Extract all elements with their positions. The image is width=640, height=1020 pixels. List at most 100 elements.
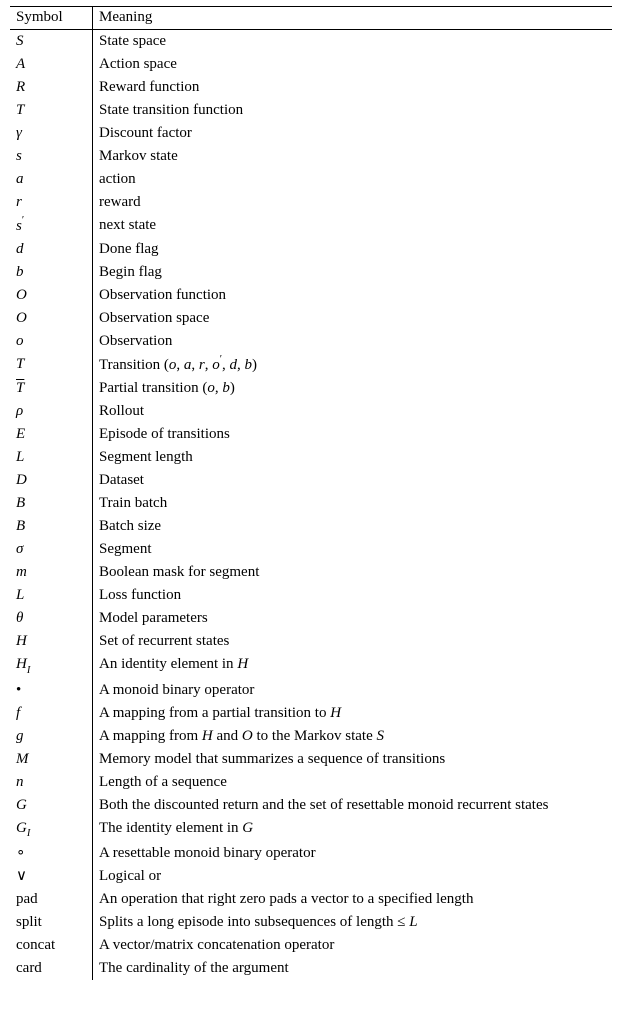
meaning-cell: Transition (o, a, r, o′, d, b) — [93, 353, 613, 377]
table-body: SState spaceAAction spaceRReward functio… — [10, 30, 612, 981]
meaning-cell: A mapping from a partial transition to H — [93, 702, 613, 725]
symbol-cell: B — [10, 492, 93, 515]
symbol-cell: f — [10, 702, 93, 725]
table-row: concatA vector/matrix concatenation oper… — [10, 934, 612, 957]
table-row: splitSplits a long episode into subseque… — [10, 911, 612, 934]
meaning-cell: A monoid binary operator — [93, 679, 613, 702]
symbol-cell: s — [10, 145, 93, 168]
meaning-cell: Rollout — [93, 400, 613, 423]
notation-table: Symbol Meaning SState spaceAAction space… — [10, 6, 612, 980]
meaning-cell: Logical or — [93, 865, 613, 888]
symbol-cell: E — [10, 423, 93, 446]
table-row: σSegment — [10, 538, 612, 561]
table-row: θModel parameters — [10, 607, 612, 630]
table-row: mBoolean mask for segment — [10, 561, 612, 584]
meaning-cell: Memory model that summarizes a sequence … — [93, 748, 613, 771]
symbol-cell: ∨ — [10, 865, 93, 888]
table-row: •A monoid binary operator — [10, 679, 612, 702]
meaning-cell: Model parameters — [93, 607, 613, 630]
table-row: SState space — [10, 30, 612, 54]
header-symbol: Symbol — [10, 7, 93, 30]
meaning-cell: Done flag — [93, 238, 613, 261]
meaning-cell: Batch size — [93, 515, 613, 538]
symbol-cell: card — [10, 957, 93, 980]
symbol-cell: • — [10, 679, 93, 702]
table-row: LSegment length — [10, 446, 612, 469]
symbol-cell: O — [10, 307, 93, 330]
symbol-cell: O — [10, 284, 93, 307]
header-row: Symbol Meaning — [10, 7, 612, 30]
symbol-cell: A — [10, 53, 93, 76]
meaning-cell: Both the discounted return and the set o… — [93, 794, 613, 817]
meaning-cell: A vector/matrix concatenation operator — [93, 934, 613, 957]
symbol-cell: G — [10, 794, 93, 817]
symbol-cell: o — [10, 330, 93, 353]
table-row: GBoth the discounted return and the set … — [10, 794, 612, 817]
table-row: aaction — [10, 168, 612, 191]
meaning-cell: Partial transition (o, b) — [93, 377, 613, 400]
table-row: MMemory model that summarizes a sequence… — [10, 748, 612, 771]
meaning-cell: Observation function — [93, 284, 613, 307]
meaning-cell: State space — [93, 30, 613, 54]
symbol-cell: a — [10, 168, 93, 191]
table-row: ρRollout — [10, 400, 612, 423]
meaning-cell: action — [93, 168, 613, 191]
symbol-cell: L — [10, 584, 93, 607]
symbol-cell: R — [10, 76, 93, 99]
meaning-cell: Segment — [93, 538, 613, 561]
table-row: bBegin flag — [10, 261, 612, 284]
table-row: cardThe cardinality of the argument — [10, 957, 612, 980]
meaning-cell: Markov state — [93, 145, 613, 168]
symbol-cell: S — [10, 30, 93, 54]
meaning-cell: Discount factor — [93, 122, 613, 145]
table-row: LLoss function — [10, 584, 612, 607]
symbol-cell: s′ — [10, 214, 93, 238]
symbol-cell: n — [10, 771, 93, 794]
table-row: TState transition function — [10, 99, 612, 122]
symbol-cell: L — [10, 446, 93, 469]
table-row: HSet of recurrent states — [10, 630, 612, 653]
meaning-cell: reward — [93, 191, 613, 214]
meaning-cell: Boolean mask for segment — [93, 561, 613, 584]
meaning-cell: State transition function — [93, 99, 613, 122]
page: Symbol Meaning SState spaceAAction space… — [0, 0, 640, 1020]
symbol-cell: HI — [10, 653, 93, 679]
meaning-cell: Begin flag — [93, 261, 613, 284]
table-row: γDiscount factor — [10, 122, 612, 145]
symbol-cell: T — [10, 353, 93, 377]
meaning-cell: A mapping from H and O to the Markov sta… — [93, 725, 613, 748]
table-row: GIThe identity element in G — [10, 817, 612, 843]
table-row: gA mapping from H and O to the Markov st… — [10, 725, 612, 748]
table-row: OObservation space — [10, 307, 612, 330]
symbol-cell: concat — [10, 934, 93, 957]
meaning-cell: Dataset — [93, 469, 613, 492]
table-row: ∘A resettable monoid binary operator — [10, 842, 612, 865]
symbol-cell: H — [10, 630, 93, 653]
table-row: AAction space — [10, 53, 612, 76]
symbol-cell: r — [10, 191, 93, 214]
symbol-cell: T — [10, 377, 93, 400]
symbol-cell: m — [10, 561, 93, 584]
table-row: oObservation — [10, 330, 612, 353]
symbol-cell: b — [10, 261, 93, 284]
meaning-cell: Splits a long episode into subsequences … — [93, 911, 613, 934]
meaning-cell: Length of a sequence — [93, 771, 613, 794]
symbol-cell: d — [10, 238, 93, 261]
table-row: fA mapping from a partial transition to … — [10, 702, 612, 725]
table-row: sMarkov state — [10, 145, 612, 168]
symbol-cell: ∘ — [10, 842, 93, 865]
symbol-cell: M — [10, 748, 93, 771]
symbol-cell: θ — [10, 607, 93, 630]
meaning-cell: Set of recurrent states — [93, 630, 613, 653]
header-meaning: Meaning — [93, 7, 613, 30]
table-row: TTransition (o, a, r, o′, d, b) — [10, 353, 612, 377]
table-row: BTrain batch — [10, 492, 612, 515]
meaning-cell: Segment length — [93, 446, 613, 469]
meaning-cell: Action space — [93, 53, 613, 76]
table-row: rreward — [10, 191, 612, 214]
symbol-cell: D — [10, 469, 93, 492]
meaning-cell: next state — [93, 214, 613, 238]
meaning-cell: Observation space — [93, 307, 613, 330]
table-row: OObservation function — [10, 284, 612, 307]
meaning-cell: An identity element in H — [93, 653, 613, 679]
